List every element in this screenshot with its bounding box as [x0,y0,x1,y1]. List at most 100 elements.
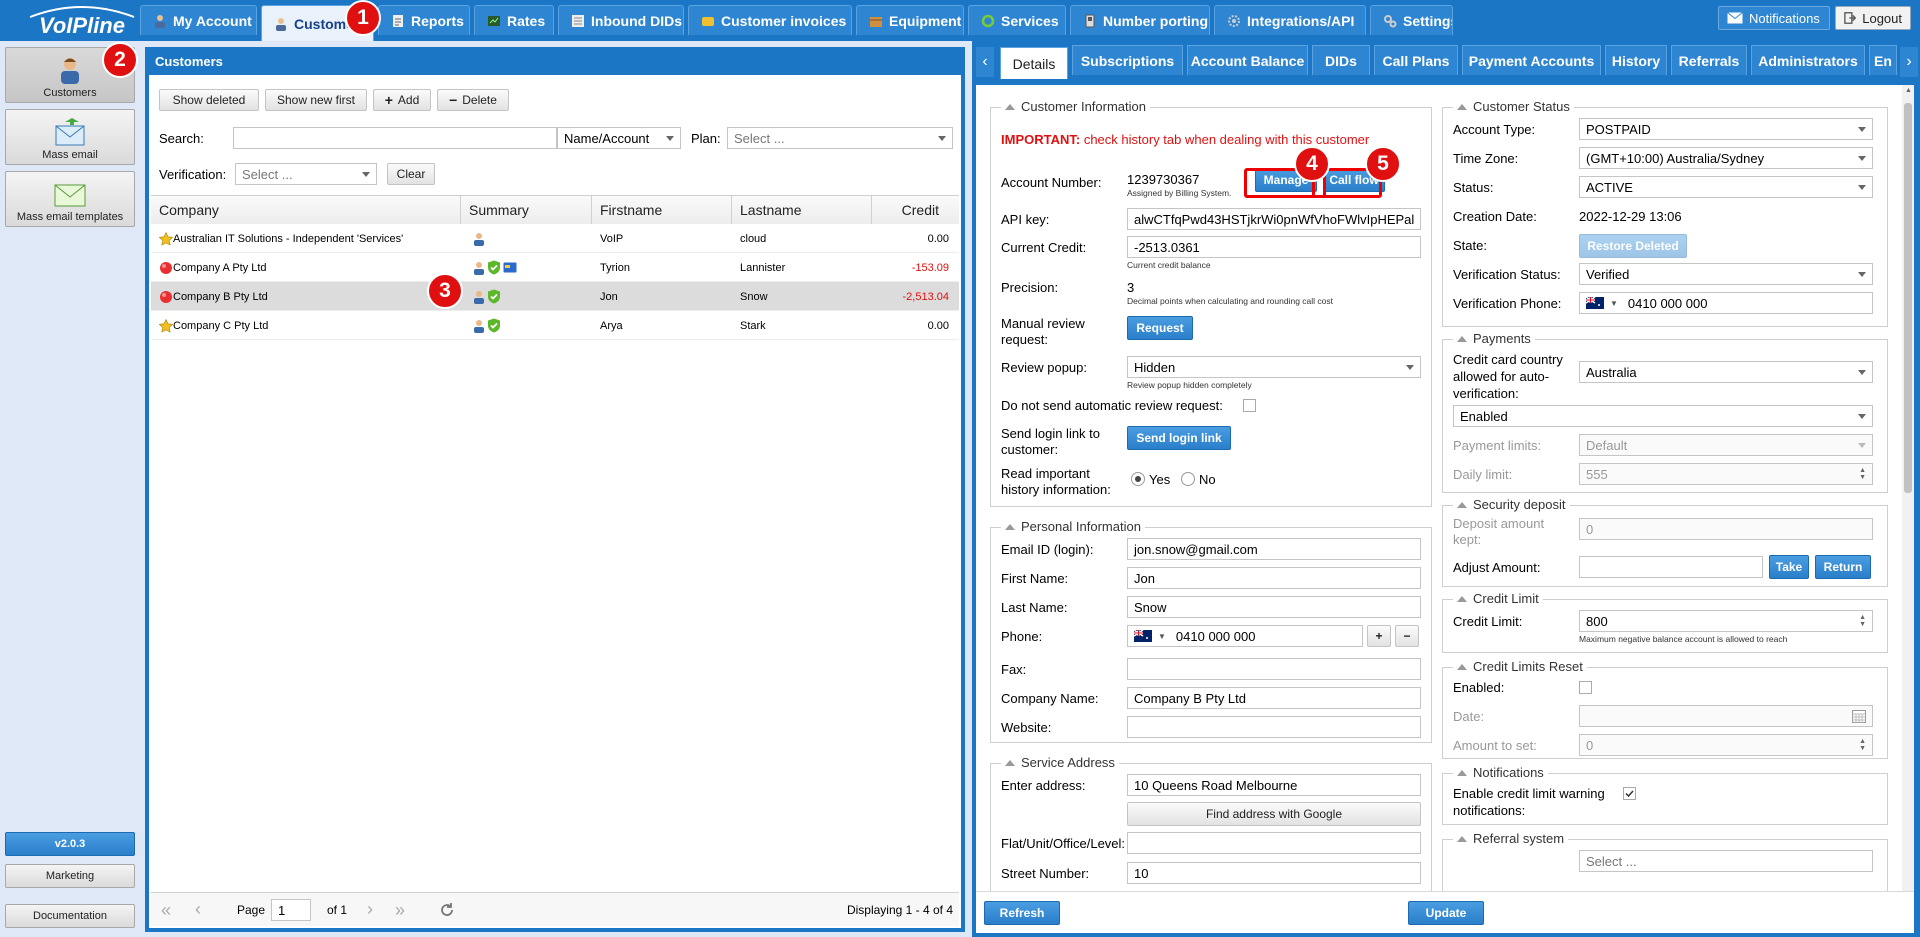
website-input[interactable] [1127,716,1421,738]
status-select[interactable]: ACTIVE [1579,176,1873,198]
tab-account-balance[interactable]: Account Balance [1187,45,1308,75]
verification-status-select[interactable]: Verified [1579,263,1873,285]
read-important-yes-radio[interactable] [1131,472,1145,486]
prev-page-icon[interactable]: ‹ [195,899,201,920]
table-row[interactable]: Company C Pty Ltd Arya Stark 0.00 [151,311,959,340]
reset-date-input[interactable] [1579,705,1873,727]
search-input[interactable] [233,127,557,149]
spinner-icon[interactable]: ▲ ▼ [1859,738,1866,752]
current-credit-input[interactable]: -2513.0361 [1127,236,1421,258]
add-button[interactable]: + Add [373,89,431,111]
enter-address-input[interactable]: 10 Queens Road Melbourne [1127,774,1421,796]
tab-inbound-dids[interactable]: Inbound DIDs [558,5,684,35]
tab-customer-invoices[interactable]: Customer invoices [688,5,852,35]
last-name-input[interactable]: Snow [1127,596,1421,618]
notifications-legend[interactable]: Notifications [1453,765,1548,780]
credit-limit-input[interactable]: 800 ▲ ▼ [1579,610,1873,632]
return-button[interactable]: Return [1815,555,1871,579]
restore-deleted-button[interactable]: Restore Deleted [1579,234,1687,258]
phone-input[interactable]: ▼ 0410 000 000 [1127,625,1363,647]
marketing-button[interactable]: Marketing [5,864,135,888]
verification-select[interactable]: Select ... [235,163,377,185]
page-number-input[interactable]: 1 [271,899,311,921]
sidebar-item-mass-email[interactable]: Mass email [5,109,135,165]
notifications-button[interactable]: Notifications [1718,6,1830,30]
security-deposit-legend[interactable]: Security deposit [1453,497,1570,512]
street-number-input[interactable]: 10 [1127,862,1421,884]
request-button[interactable]: Request [1127,316,1193,340]
tab-details[interactable]: Details [1000,47,1068,79]
show-deleted-button[interactable]: Show deleted [159,89,259,111]
account-type-select[interactable]: POSTPAID [1579,118,1873,140]
amount-to-set-input[interactable]: 0 ▲ ▼ [1579,734,1873,756]
personal-information-legend[interactable]: Personal Information [1001,519,1145,534]
tab-number-porting[interactable]: Number porting [1070,5,1210,35]
deposit-amount-input[interactable]: 0 [1579,518,1873,540]
spinner-icon[interactable]: ▲ ▼ [1859,614,1866,628]
company-name-input[interactable]: Company B Pty Ltd [1127,687,1421,709]
tab-history[interactable]: History [1605,45,1667,75]
fax-input[interactable] [1127,658,1421,680]
credit-limit-legend[interactable]: Credit Limit [1453,591,1543,606]
calendar-icon[interactable] [1852,710,1866,723]
credit-warning-checkbox[interactable] [1623,787,1636,800]
tab-my-account[interactable]: My Account [140,5,257,35]
show-new-first-button[interactable]: Show new first [265,89,367,111]
table-row-selected[interactable]: Company B Pty Ltd Jon Snow -2,513.04 [151,282,959,311]
tab-rates[interactable]: Rates [474,5,554,35]
column-header-credit[interactable]: Credit [872,196,959,224]
tab-en[interactable]: En [1869,45,1897,75]
tab-integrations-api[interactable]: Integrations/API [1214,5,1366,35]
plan-select[interactable]: Select ... [727,127,953,149]
credit-limits-reset-legend[interactable]: Credit Limits Reset [1453,659,1587,674]
time-zone-select[interactable]: (GMT+10:00) Australia/Sydney [1579,147,1873,169]
documentation-button[interactable]: Documentation [5,904,135,928]
send-login-link-button[interactable]: Send login link [1127,426,1231,450]
search-mode-select[interactable]: Name/Account [557,127,681,149]
adjust-amount-input[interactable] [1579,556,1763,578]
column-header-lastname[interactable]: Lastname [732,196,872,224]
payments-enabled-select[interactable]: Enabled [1453,405,1873,427]
flat-input[interactable] [1127,832,1421,854]
take-button[interactable]: Take [1769,555,1809,579]
tab-referrals[interactable]: Referrals [1671,45,1747,75]
tab-equipment[interactable]: Equipment [856,5,964,35]
payment-limits-select[interactable]: Default [1579,434,1873,456]
email-input[interactable]: jon.snow@gmail.com [1127,538,1421,560]
refresh-icon[interactable] [439,902,455,918]
column-header-summary[interactable]: Summary [461,196,592,224]
scrollbar-thumb[interactable] [1904,103,1912,493]
clear-button[interactable]: Clear [387,163,435,185]
review-popup-select[interactable]: Hidden [1127,356,1421,378]
tab-reports[interactable]: Reports [378,5,470,35]
scroll-up-icon[interactable]: ▲ [1905,87,1912,94]
tab-dids[interactable]: DIDs [1312,45,1370,75]
add-phone-button[interactable]: + [1367,625,1391,647]
tabs-scroll-right-icon[interactable]: › [1900,47,1918,77]
tab-payment-accounts[interactable]: Payment Accounts [1462,45,1601,75]
column-header-company[interactable]: Company [151,196,461,224]
referral-system-legend[interactable]: Referral system [1453,831,1569,846]
details-scrollbar[interactable]: ▲ ▼ [1902,85,1914,933]
customer-status-legend[interactable]: Customer Status [1453,99,1574,114]
api-key-input[interactable]: alwCTfqPwd43HSTjkrWi0pnWfVhoFWlvIpHEPal [1127,208,1421,230]
spinner-icon[interactable]: ▲ ▼ [1859,467,1866,481]
next-page-icon[interactable]: › [367,899,373,920]
table-row[interactable]: Company A Pty Ltd Tyrion Lannister -153.… [151,253,959,282]
first-page-icon[interactable]: « [161,900,171,921]
australia-flag-icon[interactable] [1586,297,1604,309]
find-address-google-button[interactable]: Find address with Google [1127,802,1421,826]
first-name-input[interactable]: Jon [1127,567,1421,589]
referral-select[interactable]: Select ... [1579,850,1873,872]
payments-legend[interactable]: Payments [1453,331,1535,346]
tab-administrators[interactable]: Administrators [1751,45,1865,75]
remove-phone-button[interactable]: − [1395,625,1419,647]
reset-enabled-checkbox[interactable] [1579,681,1592,694]
no-auto-review-checkbox[interactable] [1243,399,1256,412]
tab-subscriptions[interactable]: Subscriptions [1072,45,1183,75]
column-header-firstname[interactable]: Firstname [592,196,732,224]
delete-button[interactable]: − Delete [437,89,509,111]
sidebar-item-mass-email-templates[interactable]: Mass email templates [5,171,135,227]
logout-button[interactable]: Logout [1835,6,1911,30]
service-address-legend[interactable]: Service Address [1001,755,1119,770]
